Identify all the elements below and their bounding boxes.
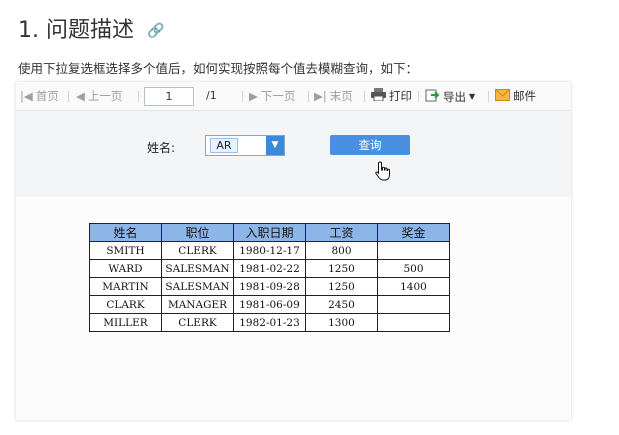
table-cell: 1981-09-28 <box>233 277 306 296</box>
table-cell: CLERK <box>161 313 234 332</box>
report-preview-frame: |◀ 首页 ◀ 上一页 1 /1 ▶ 下一页 ▶| 末页 打印 导出 ▼ 邮件 … <box>16 82 571 420</box>
toolbar-separator <box>138 91 139 102</box>
print-button[interactable]: 打印 <box>371 88 412 104</box>
table-row: WARD SALESMAN 1981-02-22 1250 500 <box>89 259 450 278</box>
export-button[interactable]: 导出 ▼ <box>425 88 475 105</box>
table-cell: 800 <box>305 241 378 260</box>
table-cell: 1400 <box>377 277 450 296</box>
hand-cursor-icon <box>375 161 391 185</box>
table-cell: MARTIN <box>89 277 162 296</box>
heading-title: 1. 问题描述 <box>18 18 134 43</box>
name-label: 姓名: <box>147 141 176 155</box>
column-header: 姓名 <box>89 223 162 242</box>
first-page-icon: |◀ <box>20 89 33 103</box>
column-header: 入职日期 <box>233 223 306 242</box>
table-cell <box>377 313 450 332</box>
table-header-row: 姓名 职位 入职日期 工资 奖金 <box>89 223 450 242</box>
page-total: /1 <box>206 89 217 102</box>
column-header: 职位 <box>161 223 234 242</box>
table-cell: 2450 <box>305 295 378 314</box>
toolbar-separator <box>308 91 309 102</box>
prev-page-icon: ◀ <box>76 89 85 103</box>
table-row: CLARK MANAGER 1981-06-09 2450 <box>89 295 450 314</box>
toolbar-separator <box>364 91 365 102</box>
printer-icon <box>371 88 386 104</box>
table-cell: 1250 <box>305 277 378 296</box>
column-header: 奖金 <box>377 223 450 242</box>
page-number-input[interactable]: 1 <box>144 87 194 106</box>
toolbar-separator <box>418 91 419 102</box>
mail-icon <box>495 88 510 104</box>
table-cell: SMITH <box>89 241 162 260</box>
name-multiselect-combo[interactable]: AR ▼ <box>205 135 285 156</box>
selected-value-tag[interactable]: AR <box>210 138 238 153</box>
toolbar-separator <box>242 91 243 102</box>
section-heading: 1. 问题描述 🔗 <box>18 12 164 44</box>
table-cell: CLERK <box>161 241 234 260</box>
last-page-button[interactable]: ▶| 末页 <box>314 88 353 104</box>
table-cell: 1981-02-22 <box>233 259 306 278</box>
table-cell: SALESMAN <box>161 259 234 278</box>
report-toolbar: |◀ 首页 ◀ 上一页 1 /1 ▶ 下一页 ▶| 末页 打印 导出 ▼ 邮件 <box>16 82 571 111</box>
table-row: SMITH CLERK 1980-12-17 800 <box>89 241 450 260</box>
table-cell: 1300 <box>305 313 378 332</box>
parameter-panel: 姓名: AR ▼ 查询 <box>16 111 571 197</box>
employee-report-table: 姓名 职位 入职日期 工资 奖金 SMITH CLERK 1980-12-17 … <box>89 223 450 332</box>
table-cell: 500 <box>377 259 450 278</box>
table-cell: 1982-01-23 <box>233 313 306 332</box>
dropdown-caret-icon: ▼ <box>469 92 476 101</box>
export-icon <box>425 88 440 105</box>
table-cell <box>377 295 450 314</box>
prev-page-button[interactable]: ◀ 上一页 <box>76 88 122 104</box>
table-cell: SALESMAN <box>161 277 234 296</box>
table-cell <box>377 241 450 260</box>
table-row: MARTIN SALESMAN 1981-09-28 1250 1400 <box>89 277 450 296</box>
next-page-button[interactable]: ▶ 下一页 <box>249 88 295 104</box>
last-page-icon: ▶| <box>314 89 327 103</box>
table-cell: WARD <box>89 259 162 278</box>
table-cell: 1980-12-17 <box>233 241 306 260</box>
column-header: 工资 <box>305 223 378 242</box>
mail-button[interactable]: 邮件 <box>495 88 536 104</box>
query-button[interactable]: 查询 <box>330 135 410 155</box>
table-row: MILLER CLERK 1982-01-23 1300 <box>89 313 450 332</box>
table-cell: 1981-06-09 <box>233 295 306 314</box>
toolbar-separator <box>68 91 69 102</box>
link-icon[interactable]: 🔗 <box>147 23 164 39</box>
table-cell: 1250 <box>305 259 378 278</box>
table-cell: CLARK <box>89 295 162 314</box>
chevron-down-icon[interactable]: ▼ <box>266 136 284 155</box>
next-page-icon: ▶ <box>249 89 258 103</box>
problem-description: 使用下拉复选框选择多个值后，如何实现按照每个值去模糊查询，如下： <box>18 61 419 76</box>
table-cell: MILLER <box>89 313 162 332</box>
first-page-button[interactable]: |◀ 首页 <box>20 88 59 104</box>
table-cell: MANAGER <box>161 295 234 314</box>
toolbar-separator <box>488 91 489 102</box>
